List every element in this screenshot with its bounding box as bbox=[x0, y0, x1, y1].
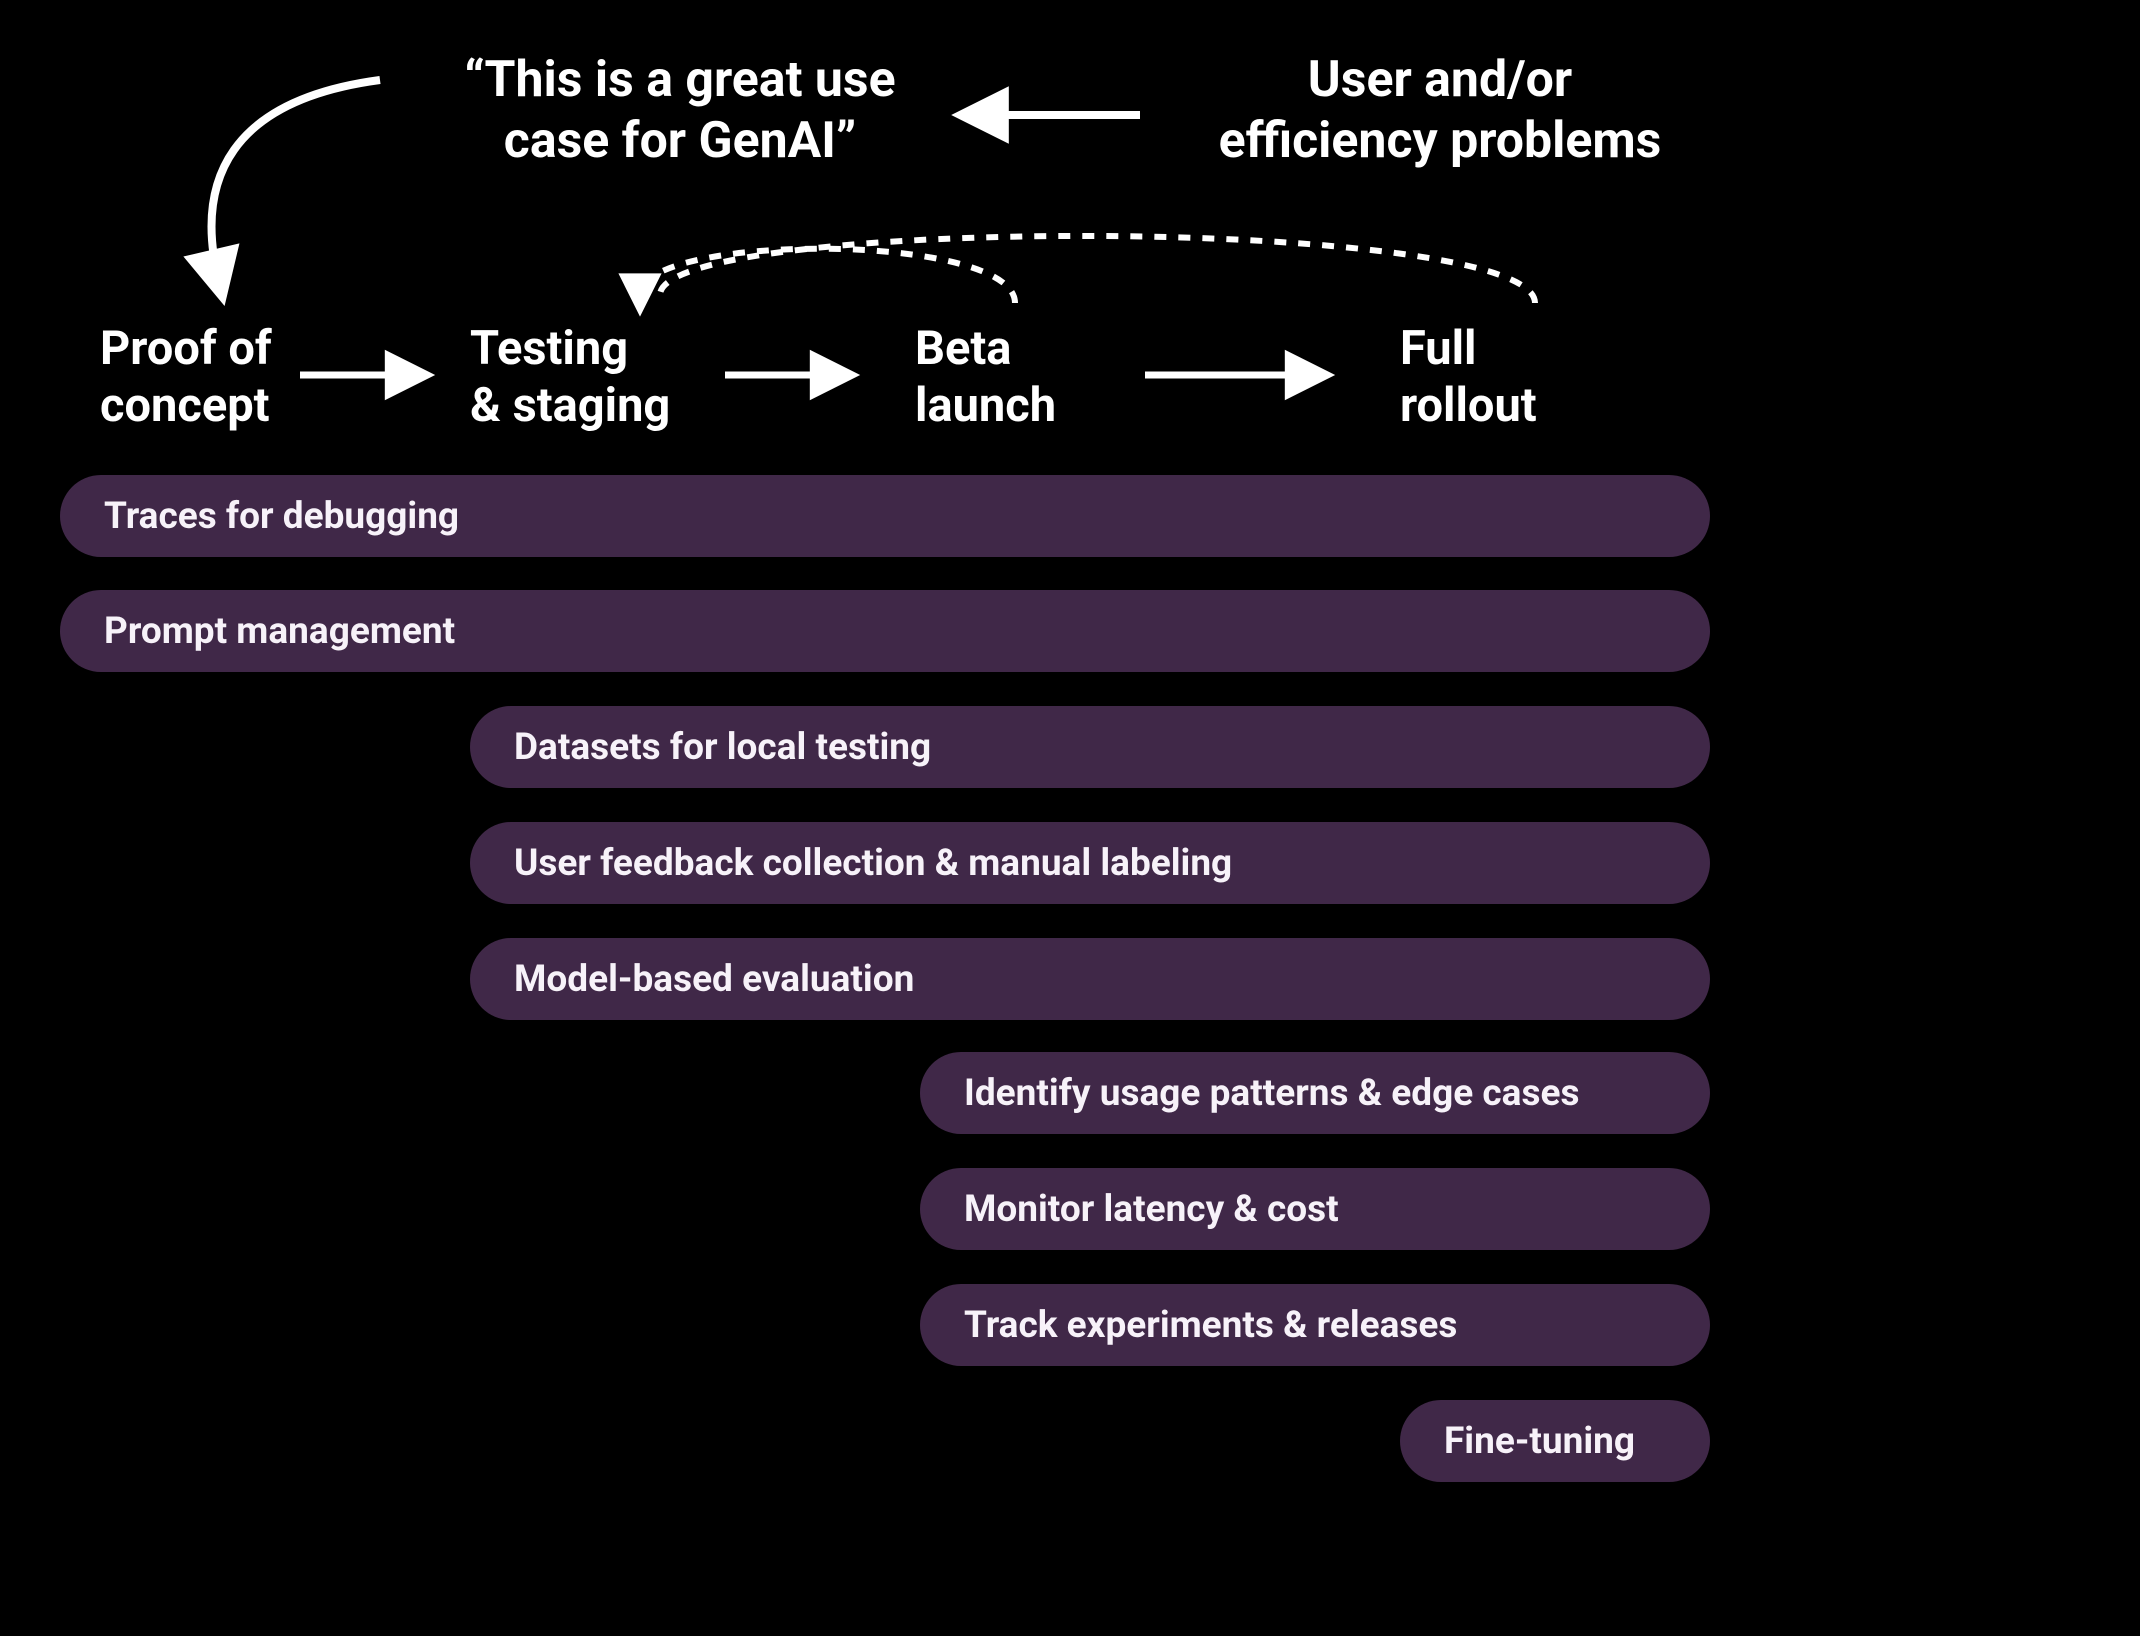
pill-feedback: User feedback collection & manual labeli… bbox=[470, 822, 1710, 904]
pill-patterns: Identify usage patterns & edge cases bbox=[920, 1052, 1710, 1134]
pill-prompt: Prompt management bbox=[60, 590, 1710, 672]
arrow-quote-to-poc bbox=[212, 80, 380, 278]
pill-traces: Traces for debugging bbox=[60, 475, 1710, 557]
pill-datasets: Datasets for local testing bbox=[470, 706, 1710, 788]
pill-latency: Monitor latency & cost bbox=[920, 1168, 1710, 1250]
pill-finetune: Fine-tuning bbox=[1400, 1400, 1710, 1482]
diagram-canvas: “This is a great usecase for GenAI” User… bbox=[0, 0, 2140, 1636]
stage-poc: Proof ofconcept bbox=[100, 320, 340, 435]
stage-testing: Testing& staging bbox=[470, 320, 730, 435]
stage-rollout: Fullrollout bbox=[1400, 320, 1620, 435]
arrow-dashed-rollout-to-testing bbox=[660, 236, 1535, 303]
pill-eval: Model-based evaluation bbox=[470, 938, 1710, 1020]
arrow-dashed-beta-to-testing bbox=[640, 249, 1015, 303]
text-problems: User and/orefficiency problems bbox=[1160, 50, 1720, 172]
arrow-layer bbox=[0, 0, 2140, 1636]
pill-experiments: Track experiments & releases bbox=[920, 1284, 1710, 1366]
stage-beta: Betalaunch bbox=[915, 320, 1135, 435]
text-genai-quote: “This is a great usecase for GenAI” bbox=[380, 50, 980, 172]
